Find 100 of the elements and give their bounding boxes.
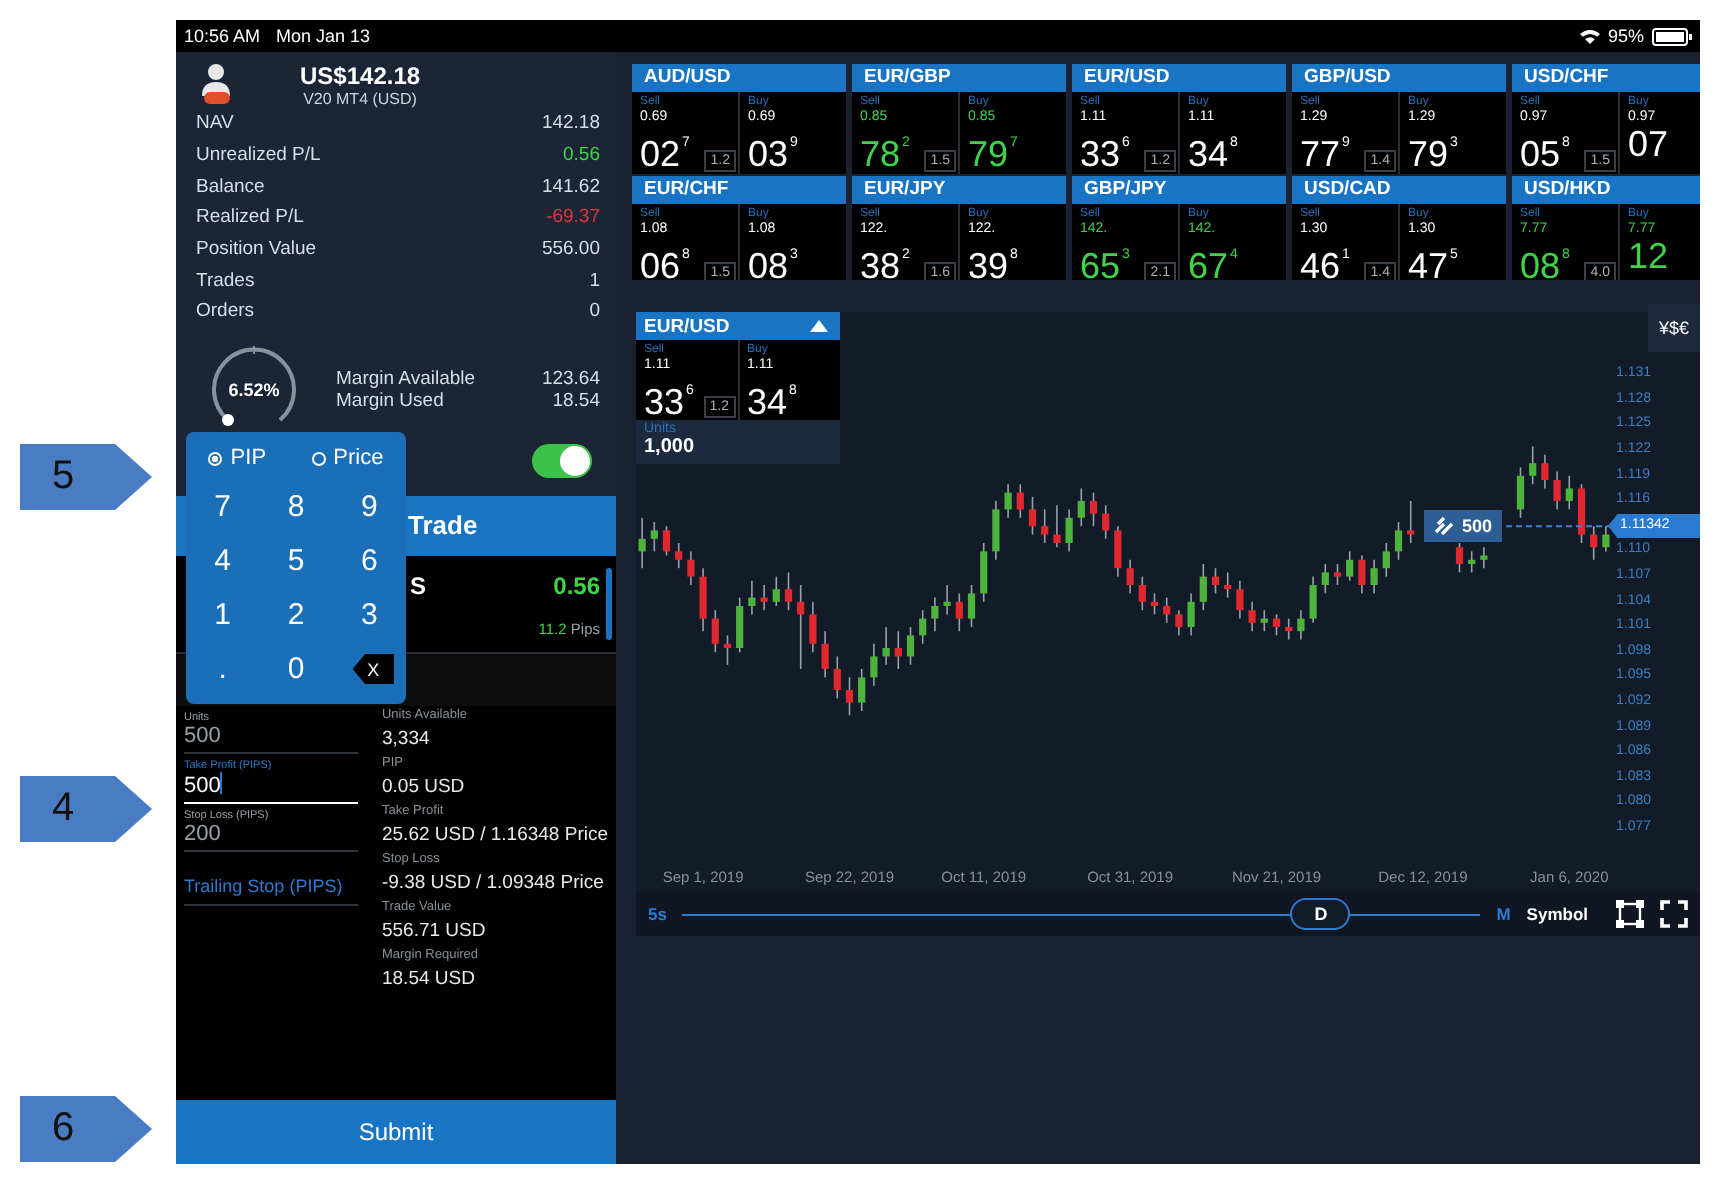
row-value: 1 (589, 269, 600, 292)
info-value: 3,334 (381, 725, 432, 752)
keypad-key[interactable]: 4 (186, 534, 260, 588)
ticket-pair: EUR/USD (644, 315, 730, 337)
keypad-key[interactable]: 6 (332, 534, 406, 588)
currency-button[interactable]: ¥$€ (1648, 304, 1700, 352)
pair-header: GBP/USD (1292, 64, 1506, 92)
row-label: Realized P/L (196, 206, 304, 229)
price-digits: 47$^{5}$ (1408, 244, 1458, 280)
candlestick (1346, 550, 1354, 582)
info-value: 556.71 USD (381, 917, 488, 944)
scroll-bar[interactable] (606, 567, 612, 640)
price-digits: 34$^{8}$ (1188, 132, 1238, 172)
candlestick (919, 609, 927, 645)
timeframe-knob[interactable]: D (1290, 898, 1351, 930)
pair-header: GBP/JPY (1072, 176, 1286, 204)
candlestick (1394, 521, 1403, 561)
row-value: 141.62 (541, 175, 600, 198)
timeframe-max[interactable]: M (1496, 904, 1511, 924)
row-value: -69.37 (546, 206, 600, 229)
row-value: 0.56 (563, 144, 600, 167)
mode-label[interactable]: Price (333, 446, 384, 470)
candlestick (943, 584, 951, 616)
fullscreen-icon[interactable] (1660, 900, 1688, 928)
status-time: 10:56 AM (184, 26, 261, 46)
keypad-key[interactable]: 7 (186, 480, 260, 534)
battery-percent: 95% (1607, 26, 1644, 46)
keypad-key[interactable]: 5 (259, 534, 333, 588)
pair-header: EUR/JPY (852, 176, 1066, 204)
candlestick (1126, 559, 1134, 595)
candlestick (1150, 592, 1159, 616)
candlestick (1577, 483, 1586, 544)
candlestick (736, 596, 744, 653)
candlestick (1358, 554, 1366, 595)
position-tag[interactable]: 500 (1424, 510, 1503, 543)
price-digits: 08$^{8}$ (1520, 244, 1570, 280)
candlestick (1187, 592, 1195, 637)
row-value: 0 (589, 300, 600, 323)
timeframe-slider[interactable]: D (682, 898, 1481, 930)
mode-label[interactable]: PIP (230, 446, 267, 470)
candlestick (1407, 500, 1415, 544)
callout-marker: 5 (20, 444, 152, 510)
keypad-key[interactable]: 8 (259, 480, 333, 534)
candlestick (955, 592, 963, 632)
candlestick (760, 584, 768, 611)
candlestick (1077, 487, 1085, 527)
candlestick (687, 550, 695, 586)
pair-header: USD/CAD (1292, 176, 1506, 204)
candlestick (821, 630, 829, 679)
row-label: Position Value (196, 238, 317, 261)
battery-icon (1652, 27, 1692, 45)
keypad-key[interactable]: 0 (259, 642, 333, 696)
candlestick (1089, 491, 1098, 527)
candlestick (1199, 563, 1207, 611)
price-digits: 38$^{2}$ (860, 244, 910, 280)
keypad-key[interactable]: 9 (332, 480, 406, 534)
timeframe-min[interactable]: 5s (648, 904, 667, 924)
candlestick (870, 643, 878, 687)
price-digits: 03$^{9}$ (748, 132, 798, 172)
keypad-key[interactable]: 3 (332, 588, 406, 642)
candlestick (748, 580, 756, 616)
trailing-stop-link[interactable]: Trailing Stop (PIPS) (184, 851, 358, 906)
pair-header: EUR/GBP (852, 64, 1066, 92)
candlestick (723, 634, 732, 666)
candlestick (1321, 563, 1329, 595)
position-units: 500 (1462, 516, 1493, 537)
radio-icon[interactable] (311, 451, 326, 465)
candlestick (845, 676, 854, 716)
candlestick (1004, 483, 1012, 519)
toggle-switch[interactable] (532, 443, 592, 478)
candlestick (1382, 542, 1390, 578)
callout-marker: 6 (20, 1096, 152, 1162)
candlestick (1590, 525, 1598, 561)
candlestick (858, 668, 866, 712)
symbol-button[interactable]: Symbol (1526, 904, 1588, 924)
candlestick (1309, 575, 1317, 624)
candlestick (772, 575, 780, 607)
candlestick (1211, 567, 1220, 595)
keypad-key[interactable]: 2 (259, 588, 333, 642)
candlestick (662, 525, 671, 557)
status-date: Mon Jan 13 (276, 26, 371, 46)
price-digits: 07 (1628, 126, 1669, 162)
ticket-header[interactable]: EUR/USD (636, 312, 840, 340)
trade-icon (1434, 516, 1454, 537)
candlestick (1016, 483, 1024, 519)
trade-header: Trade (408, 510, 478, 541)
pair-header: EUR/CHF (632, 176, 846, 204)
keypad-key[interactable]: . (186, 642, 260, 696)
backspace-key[interactable]: X (352, 654, 394, 684)
avatar-icon (196, 62, 236, 106)
select-area-icon[interactable] (1616, 900, 1644, 928)
row-label: Orders (196, 300, 255, 323)
pair-header: USD/HKD (1512, 176, 1700, 204)
submit-button[interactable]: Submit (176, 1100, 616, 1164)
row-value: 556.00 (541, 238, 600, 261)
candlestick (894, 630, 902, 670)
candlestick (1175, 609, 1183, 637)
radio-icon[interactable] (208, 451, 223, 465)
units-value: 1,000 (644, 436, 697, 458)
keypad-key[interactable]: 1 (186, 588, 260, 642)
